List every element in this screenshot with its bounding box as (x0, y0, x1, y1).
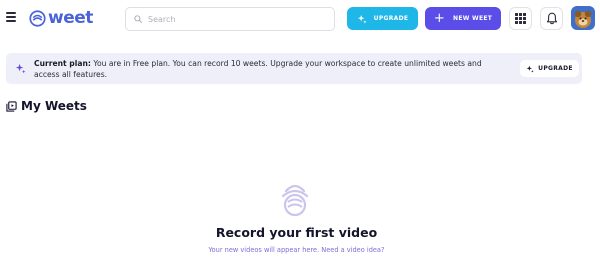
plus-icon: + (433, 11, 446, 26)
empty-state-icon (281, 184, 309, 217)
search-input[interactable] (148, 14, 318, 24)
upgrade-button-label: UPGRADE (373, 15, 409, 22)
sparkle-icon (526, 65, 534, 73)
sparkle-icon (15, 63, 26, 74)
menu-icon[interactable] (6, 12, 16, 22)
weet-logo[interactable]: weet (29, 8, 93, 28)
search-box[interactable] (125, 7, 335, 31)
empty-state-title: Record your first video (215, 225, 378, 240)
avatar[interactable] (571, 6, 595, 30)
plan-text: You are in Free plan. You can record 10 … (34, 59, 482, 79)
sparkle-icon (357, 14, 367, 24)
upgrade-button[interactable]: UPGRADE (347, 7, 418, 30)
top-bar: weet UPGRADE + NEW WEET (0, 0, 600, 37)
banner-upgrade-button[interactable]: UPGRADE (520, 60, 579, 77)
weet-logo-icon (29, 9, 46, 27)
video-library-icon (6, 100, 17, 112)
bell-icon (546, 12, 557, 25)
notifications-button[interactable] (540, 7, 563, 30)
new-weet-button-label: NEW WEET (453, 15, 493, 22)
empty-state-subtitle[interactable]: Your new videos will appear here. Need a… (0, 246, 593, 254)
plan-label: Current plan: (34, 59, 91, 68)
plan-banner: Current plan: You are in Free plan. You … (6, 53, 582, 84)
page-title: My Weets (21, 99, 87, 113)
logo-text: weet (48, 8, 93, 28)
banner-upgrade-label: UPGRADE (538, 65, 573, 72)
search-icon (134, 15, 142, 23)
new-weet-button[interactable]: + NEW WEET (425, 7, 501, 30)
section-header: My Weets (6, 99, 87, 113)
avatar-image (571, 6, 595, 30)
plan-message: Current plan: You are in Free plan. You … (34, 58, 484, 80)
apps-grid-icon[interactable] (509, 7, 532, 30)
